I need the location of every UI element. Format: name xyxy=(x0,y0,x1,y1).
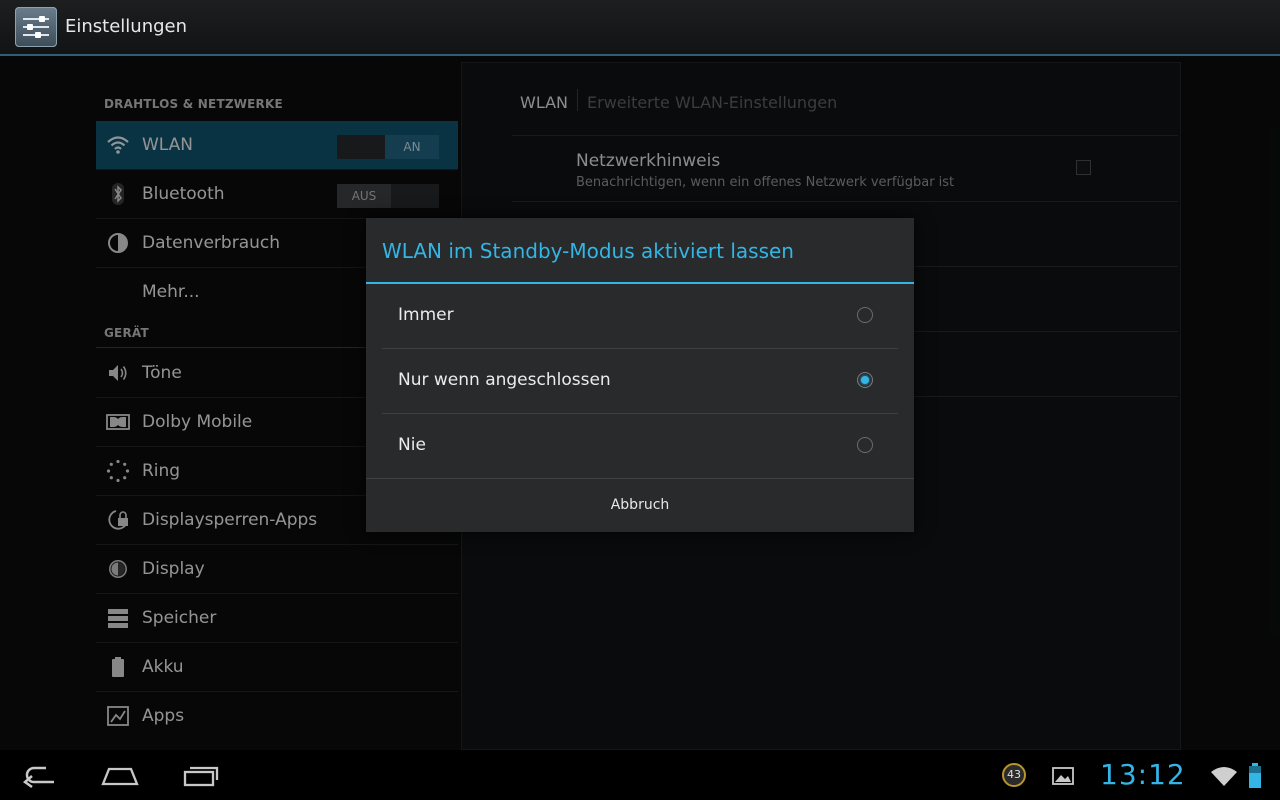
option-label: Nie xyxy=(398,435,426,455)
back-icon[interactable] xyxy=(22,762,58,789)
option-only-when-plugged[interactable]: Nur wenn angeschlossen xyxy=(382,349,898,413)
option-always[interactable]: Immer xyxy=(382,284,898,348)
wifi-sleep-policy-dialog: WLAN im Standby-Modus aktiviert lassen I… xyxy=(366,218,914,532)
action-bar: Einstellungen xyxy=(0,0,1280,56)
system-bar: 43 13:12 xyxy=(0,750,1280,800)
radio-button[interactable] xyxy=(857,437,873,453)
cancel-button[interactable]: Abbruch xyxy=(366,479,914,532)
option-label: Immer xyxy=(398,305,454,325)
settings-sliders-icon[interactable] xyxy=(15,7,57,47)
dialog-title: WLAN im Standby-Modus aktiviert lassen xyxy=(382,239,794,263)
radio-button[interactable] xyxy=(857,307,873,323)
radio-button-selected[interactable] xyxy=(857,372,873,388)
notification-count-badge[interactable]: 43 xyxy=(1002,763,1026,787)
wifi-signal-icon[interactable] xyxy=(1210,766,1238,786)
battery-status-icon[interactable] xyxy=(1248,763,1262,789)
option-label: Nur wenn angeschlossen xyxy=(398,370,611,390)
option-never[interactable]: Nie xyxy=(382,414,898,478)
home-icon[interactable] xyxy=(100,762,140,788)
status-clock[interactable]: 13:12 xyxy=(1100,758,1186,791)
recent-apps-icon[interactable] xyxy=(182,762,220,788)
gallery-notification-icon[interactable] xyxy=(1052,766,1074,786)
page-title: Einstellungen xyxy=(65,16,188,37)
